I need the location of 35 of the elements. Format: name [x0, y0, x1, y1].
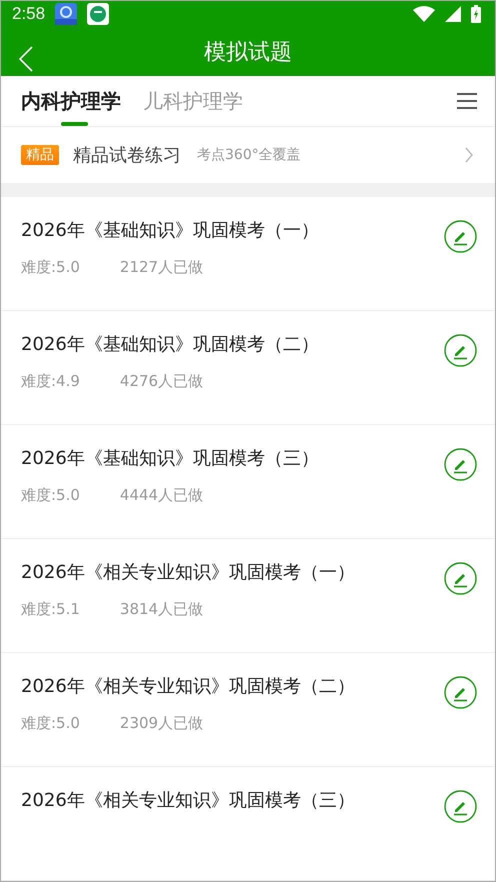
difficulty-text: 难度:4.9 [21, 372, 80, 391]
exam-title[interactable]: 2026年《基础知识》巩固模考（一） [21, 219, 434, 243]
answer-button[interactable] [444, 562, 477, 595]
wifi-icon [413, 6, 435, 22]
answer-button[interactable] [444, 220, 477, 253]
banner-title[interactable]: 精品试卷练习 [73, 143, 181, 167]
status-time: 2:58 [12, 4, 46, 24]
answer-button[interactable] [444, 790, 477, 823]
exam-title[interactable]: 2026年《相关专业知识》巩固模考（一） [21, 561, 434, 585]
exam-title[interactable]: 2026年《相关专业知识》巩固模考（二） [21, 675, 434, 699]
difficulty-text: 难度:5.0 [21, 486, 80, 505]
participant-count: 2127人已做 [120, 258, 204, 277]
battery-icon [471, 5, 481, 24]
participant-count: 2309人已做 [120, 714, 204, 733]
app-icon [87, 3, 110, 26]
exam-title[interactable]: 2026年《基础知识》巩固模考（二） [21, 333, 434, 357]
app-icon [55, 3, 78, 26]
participant-count: 4444人已做 [120, 486, 204, 505]
page-title: 模拟试题 [204, 38, 292, 67]
tab[interactable]: 内科护理学 [21, 76, 131, 126]
participant-count: 3814人已做 [120, 600, 204, 619]
difficulty-text: 难度:5.0 [21, 714, 80, 733]
menu-button[interactable] [457, 92, 477, 110]
difficulty-text: 难度:5.0 [21, 258, 80, 277]
chevron-right-icon[interactable] [465, 147, 473, 163]
answer-button[interactable] [444, 676, 477, 709]
answer-button[interactable] [444, 334, 477, 367]
banner-subtitle: 考点360°全覆盖 [197, 146, 301, 164]
premium-badge: 精品 [21, 145, 59, 165]
difficulty-text: 难度:5.1 [21, 600, 80, 619]
answer-button[interactable] [444, 448, 477, 481]
exam-title[interactable]: 2026年《相关专业知识》巩固模考（三） [21, 789, 434, 813]
signal-icon [445, 6, 461, 22]
participant-count: 4276人已做 [120, 372, 204, 391]
exam-title[interactable]: 2026年《基础知识》巩固模考（三） [21, 447, 434, 471]
